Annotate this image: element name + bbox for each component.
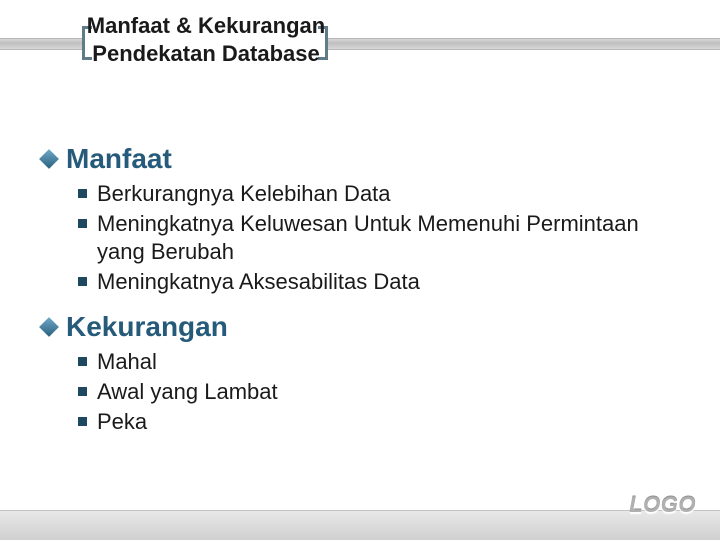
content: Manfaat Berkurangnya Kelebihan Data Meni… (42, 142, 692, 450)
square-bullet-icon (78, 387, 87, 396)
list-item-label: Meningkatnya Keluwesan Untuk Memenuhi Pe… (97, 210, 692, 266)
list-item-label: Mahal (97, 348, 157, 376)
section-heading-label: Kekurangan (66, 310, 228, 344)
square-bullet-icon (78, 277, 87, 286)
list-item: Mahal (78, 348, 692, 376)
square-bullet-icon (78, 417, 87, 426)
page-title: Manfaat & Kekurangan Pendekatan Database (86, 12, 326, 67)
diamond-bullet-icon (39, 317, 59, 337)
list-item-label: Meningkatnya Aksesabilitas Data (97, 268, 420, 296)
slide: Manfaat & Kekurangan Pendekatan Database… (0, 0, 720, 540)
section-heading-kekurangan: Kekurangan (42, 310, 692, 344)
section-heading-label: Manfaat (66, 142, 172, 176)
list-item-label: Berkurangnya Kelebihan Data (97, 180, 391, 208)
square-bullet-icon (78, 189, 87, 198)
list-item-label: Awal yang Lambat (97, 378, 278, 406)
list-item: Awal yang Lambat (78, 378, 692, 406)
diamond-bullet-icon (39, 149, 59, 169)
footer-bar (0, 510, 720, 540)
list-item: Berkurangnya Kelebihan Data (78, 180, 692, 208)
list-item: Peka (78, 408, 692, 436)
section-heading-manfaat: Manfaat (42, 142, 692, 176)
list-item: Meningkatnya Keluwesan Untuk Memenuhi Pe… (78, 210, 692, 266)
title-bar-right (328, 38, 720, 50)
title-bar: Manfaat & Kekurangan Pendekatan Database (0, 10, 720, 110)
list-kekurangan: Mahal Awal yang Lambat Peka (42, 348, 692, 436)
square-bullet-icon (78, 357, 87, 366)
title-bar-left (0, 38, 85, 50)
square-bullet-icon (78, 219, 87, 228)
list-manfaat: Berkurangnya Kelebihan Data Meningkatnya… (42, 180, 692, 297)
list-item: Meningkatnya Aksesabilitas Data (78, 268, 692, 296)
list-item-label: Peka (97, 408, 147, 436)
logo: LOGO (629, 492, 696, 518)
